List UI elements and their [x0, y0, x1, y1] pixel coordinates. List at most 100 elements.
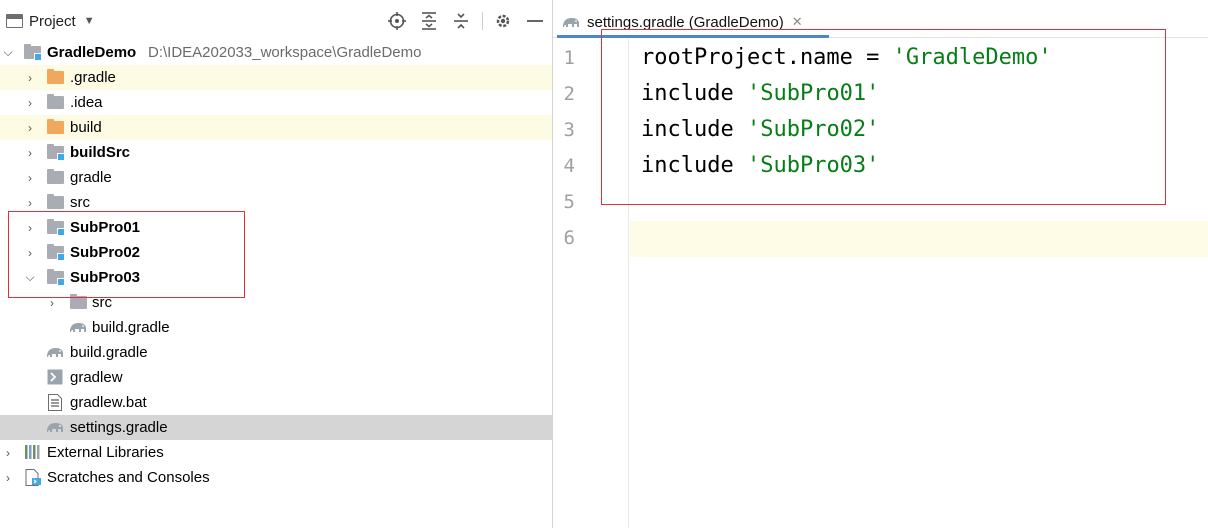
project-view-selector[interactable]: Project ▼	[6, 9, 95, 33]
tree-item-label: build.gradle	[70, 344, 148, 361]
string-literal: 'SubPro03'	[746, 153, 880, 178]
string-literal: 'SubPro01'	[746, 81, 880, 106]
excluded-folder-icon	[47, 69, 64, 84]
gear-icon[interactable]	[492, 10, 514, 32]
line-number: 5	[563, 191, 575, 213]
line-number: 4	[563, 155, 575, 177]
project-path: D:\IDEA202033_workspace\GradleDemo	[148, 44, 422, 61]
chevron-right-icon[interactable]: ›	[1, 465, 15, 490]
chevron-right-icon[interactable]: ›	[23, 190, 37, 215]
line-number: 2	[563, 83, 575, 105]
tree-item-label: SubPro02	[70, 244, 141, 261]
scratches-icon	[24, 469, 42, 486]
tree-item-label: .idea	[70, 94, 103, 111]
gradle-elephant-icon	[68, 319, 86, 336]
tree-item-scratches-and-consoles[interactable]: › Scratches and Consoles	[0, 465, 552, 490]
line-number-gutter: 1 2 3 4 5 6	[553, 39, 629, 528]
chevron-right-icon[interactable]: ›	[23, 115, 37, 140]
collapse-all-icon[interactable]	[450, 10, 472, 32]
tree-item-label: src	[70, 194, 90, 211]
tree-item-buildsrc[interactable]: › buildSrc	[0, 140, 552, 165]
tree-item-subpro03-src[interactable]: › src	[0, 290, 552, 315]
code-line[interactable]: rootProject.name = 'GradleDemo'	[641, 40, 1052, 76]
tree-item-gradlew[interactable]: gradlew	[0, 365, 552, 390]
editor-tab-settings-gradle[interactable]: settings.gradle (GradleDemo) ✕	[561, 8, 803, 36]
tree-item-subpro03-build-gradle[interactable]: build.gradle	[0, 315, 552, 340]
chevron-right-icon[interactable]: ›	[23, 90, 37, 115]
chevron-down-icon[interactable]: ⌵	[23, 265, 37, 290]
crosshair-icon[interactable]	[386, 10, 408, 32]
tree-item-label: GradleDemo	[47, 44, 137, 61]
tree-item-build[interactable]: › build	[0, 115, 552, 140]
tree-item-subpro01[interactable]: › SubPro01	[0, 215, 552, 240]
code-text: include	[641, 81, 747, 106]
folder-icon	[47, 94, 64, 109]
string-literal: 'GradleDemo'	[892, 45, 1052, 70]
tree-item-label: External Libraries	[47, 444, 164, 461]
module-folder-icon	[47, 244, 65, 261]
tree-item-label: .gradle	[70, 69, 116, 86]
tree-item-gradle[interactable]: › gradle	[0, 165, 552, 190]
gradle-elephant-icon	[561, 14, 581, 30]
tree-item-label: Scratches and Consoles	[47, 469, 210, 486]
tree-item-gradledemo[interactable]: ⌵ GradleDemo D:\IDEA202033_workspace\Gra…	[0, 40, 552, 65]
line-number: 6	[563, 227, 575, 249]
chevron-right-icon[interactable]: ›	[23, 215, 37, 240]
code-line[interactable]: include 'SubPro03'	[641, 148, 879, 184]
module-folder-icon	[24, 44, 42, 61]
tree-item-subpro02[interactable]: › SubPro02	[0, 240, 552, 265]
tree-item-build-gradle[interactable]: build.gradle	[0, 340, 552, 365]
minimize-icon[interactable]	[524, 10, 546, 32]
chevron-down-icon: ▼	[83, 15, 95, 27]
folder-icon	[47, 194, 64, 209]
code-line[interactable]: include 'SubPro01'	[641, 76, 879, 112]
tree-item-src[interactable]: › src	[0, 190, 552, 215]
folder-icon	[70, 294, 87, 309]
tree-item-label: gradlew.bat	[70, 394, 147, 411]
tree-item-label: gradlew	[70, 369, 123, 386]
tree-item-dot-gradle[interactable]: › .gradle	[0, 65, 552, 90]
string-literal: 'SubPro02'	[746, 117, 880, 142]
tree-item-label: settings.gradle	[70, 419, 168, 436]
project-panel-header: Project ▼	[0, 0, 552, 39]
project-icon	[6, 14, 23, 28]
toolbar-separator	[482, 12, 483, 30]
tree-item-label: build.gradle	[92, 319, 170, 336]
editor-area: settings.gradle (GradleDemo) ✕ 1 2 3 4 5…	[553, 0, 1208, 528]
code-text: include	[641, 153, 747, 178]
chevron-right-icon[interactable]: ›	[23, 140, 37, 165]
tree-item-label: SubPro03	[70, 269, 141, 286]
chevron-down-icon[interactable]: ⌵	[1, 40, 15, 65]
tree-item-label: build	[70, 119, 102, 136]
code-text: rootProject.name =	[641, 45, 893, 70]
close-icon[interactable]: ✕	[792, 14, 803, 30]
tree-item-dot-idea[interactable]: › .idea	[0, 90, 552, 115]
chevron-right-icon[interactable]: ›	[23, 165, 37, 190]
chevron-right-icon[interactable]: ›	[1, 440, 15, 465]
module-folder-icon	[47, 144, 65, 161]
code-line[interactable]: include 'SubPro02'	[641, 112, 879, 148]
tree-item-label: buildSrc	[70, 144, 131, 161]
line-number: 3	[563, 119, 575, 141]
tree-item-label: SubPro01	[70, 219, 141, 236]
line-number: 1	[563, 47, 575, 69]
tree-item-gradlew-bat[interactable]: gradlew.bat	[0, 390, 552, 415]
shell-script-icon	[47, 369, 65, 386]
tree-item-subpro03[interactable]: ⌵ SubPro03	[0, 265, 552, 290]
active-tab-indicator	[557, 35, 829, 38]
current-line-highlight	[630, 221, 1208, 257]
module-folder-icon	[47, 219, 65, 236]
library-icon	[24, 444, 42, 461]
chevron-right-icon[interactable]: ›	[23, 240, 37, 265]
tree-item-external-libraries[interactable]: › External Libraries	[0, 440, 552, 465]
tree-item-settings-gradle[interactable]: settings.gradle	[0, 415, 552, 440]
editor-tab-label: settings.gradle (GradleDemo)	[587, 13, 784, 31]
expand-all-icon[interactable]	[418, 10, 440, 32]
chevron-right-icon[interactable]: ›	[45, 290, 59, 315]
project-panel-title: Project	[29, 12, 76, 30]
gradle-elephant-icon	[45, 344, 63, 361]
chevron-right-icon[interactable]: ›	[23, 65, 37, 90]
tree-item-label: src	[92, 294, 112, 311]
project-panel: Project ▼ ⌵ GradleDemo D:\IDEA202033_wor…	[0, 0, 552, 528]
gradle-elephant-icon	[45, 419, 63, 436]
